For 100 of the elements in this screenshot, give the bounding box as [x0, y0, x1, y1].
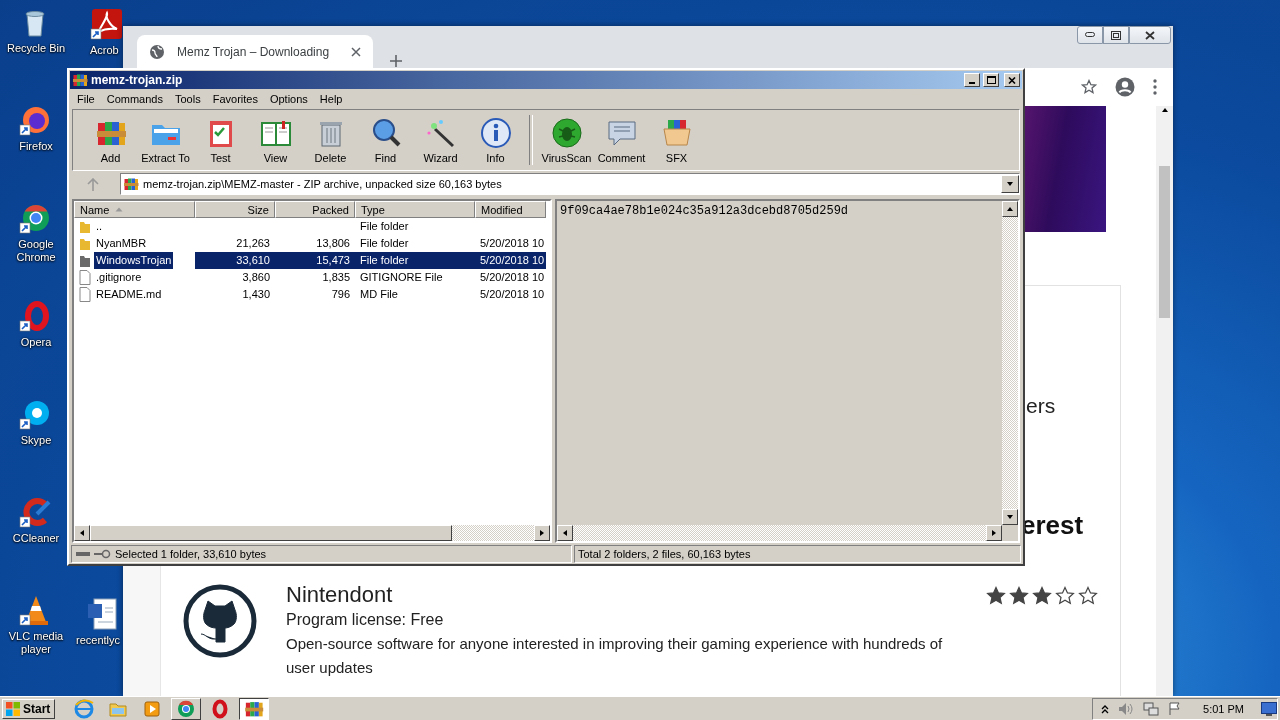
- toolbar-button[interactable]: View: [248, 112, 303, 168]
- menu-item[interactable]: Help: [313, 93, 349, 105]
- file-name[interactable]: README.md: [94, 286, 164, 303]
- toolbar-button[interactable]: VirusScan: [539, 112, 594, 168]
- close-icon: [1008, 76, 1016, 84]
- status-text: Total 2 folders, 2 files, 60,163 bytes: [578, 548, 751, 560]
- taskbar-button[interactable]: [239, 697, 270, 720]
- left-arrow-icon: [78, 529, 86, 537]
- right-arrow-icon: [990, 529, 998, 537]
- app-title[interactable]: Nintendont: [286, 582, 966, 608]
- scroll-right-button[interactable]: [534, 525, 550, 541]
- path-field[interactable]: memz-trojan.zip\MEMZ-master - ZIP archive, unpacked size 60,163 bytes: [120, 173, 1020, 195]
- globe-icon: [74, 698, 95, 719]
- dropdown-button[interactable]: [1001, 175, 1019, 193]
- toolbar-button[interactable]: Wizard: [413, 112, 468, 168]
- drive-key-icon: [75, 549, 111, 559]
- star-icon: [1055, 586, 1075, 606]
- table-cell: File folder: [355, 252, 475, 269]
- desktop-icon-label[interactable]: VLC media player: [1, 630, 71, 656]
- desktop-icon-label[interactable]: recentlyc: [76, 634, 121, 647]
- toolbar-button[interactable]: Test: [193, 112, 248, 168]
- menu-item[interactable]: Options: [263, 93, 314, 105]
- brush-icon: [19, 496, 53, 528]
- scroll-thumb[interactable]: [90, 525, 452, 541]
- maximize-button[interactable]: [983, 73, 999, 87]
- desktop-icon-label[interactable]: Opera: [1, 336, 71, 349]
- table-cell-text: 1,835: [321, 270, 351, 285]
- table-cell-text: 5/20/2018 10: [479, 270, 546, 285]
- caret-icon: [1006, 180, 1014, 188]
- toolbar-button[interactable]: Info: [468, 112, 523, 168]
- desktop-icon-label[interactable]: Google Chrome: [1, 238, 71, 264]
- toolbar-button[interactable]: Find: [358, 112, 413, 168]
- info-icon: [479, 116, 512, 149]
- menu-item[interactable]: File: [71, 93, 101, 105]
- menu-item[interactable]: Tools: [169, 93, 207, 105]
- close-icon[interactable]: [351, 46, 361, 57]
- star-icon[interactable]: [1081, 79, 1097, 95]
- scrollbar[interactable]: [557, 525, 1002, 541]
- column-header[interactable]: Size: [195, 201, 275, 218]
- scroll-left-button[interactable]: [557, 525, 573, 541]
- desktop-icon-label[interactable]: Skype: [1, 434, 71, 447]
- table-cell-text: MD File: [359, 287, 399, 302]
- account-icon[interactable]: [1115, 77, 1135, 97]
- scroll-left-button[interactable]: [74, 525, 90, 541]
- document-logo-icon: [90, 8, 124, 40]
- minimize-icon: [1085, 32, 1095, 38]
- toolbar-button[interactable]: Extract To: [138, 112, 193, 168]
- globe-icon: [149, 43, 165, 60]
- browser-tab[interactable]: Memz Trojan – Downloading: [137, 35, 373, 68]
- column-header[interactable]: Packed: [275, 201, 355, 218]
- right-arrow-icon: [538, 529, 546, 537]
- desktop-icon-label[interactable]: Acrob: [90, 44, 119, 57]
- column-header[interactable]: Name: [74, 201, 195, 218]
- start-button[interactable]: Start: [2, 698, 56, 719]
- up-arrow-icon: [1006, 205, 1014, 213]
- file-name[interactable]: NyanMBR: [94, 235, 149, 252]
- sort-arrow-icon: [115, 207, 124, 212]
- column-header[interactable]: Modified: [475, 201, 546, 218]
- file-name[interactable]: .gitignore: [94, 269, 144, 286]
- toolbar-button[interactable]: Comment: [594, 112, 649, 168]
- desktop-icon-label[interactable]: CCleaner: [1, 532, 71, 545]
- network-icon[interactable]: [1143, 701, 1160, 716]
- play-icon: [142, 698, 163, 719]
- app-description: Open-source software for anyone interested in improving their gaming experience with hundreds of user updates: [286, 634, 944, 678]
- menu-item[interactable]: Favorites: [206, 93, 264, 105]
- close-icon: [1145, 30, 1155, 40]
- file-icon: [79, 287, 91, 302]
- file-name[interactable]: ..: [94, 218, 105, 235]
- table-cell: 33,610: [195, 252, 275, 269]
- scrollbar[interactable]: [1002, 201, 1018, 525]
- table-cell-text: 3,860: [241, 270, 271, 285]
- folder-icon: [79, 219, 91, 234]
- table-cell-text: GITIGNORE File: [359, 270, 444, 285]
- restore-button[interactable]: [1103, 26, 1129, 44]
- books-icon: [123, 176, 139, 192]
- plus-icon[interactable]: [389, 54, 403, 68]
- scroll-down-button[interactable]: [1002, 509, 1018, 525]
- toolbar-button[interactable]: SFX: [649, 112, 704, 168]
- scroll-up-button[interactable]: [1002, 201, 1018, 217]
- table-cell: 5/20/2018 10: [475, 252, 546, 269]
- flag-icon[interactable]: [1168, 701, 1183, 716]
- toolbar-button[interactable]: Add: [83, 112, 138, 168]
- scrollbar[interactable]: [1156, 106, 1173, 696]
- monitor-icon[interactable]: [1261, 701, 1277, 716]
- scroll-right-button[interactable]: [986, 525, 1002, 541]
- scroll-thumb[interactable]: [1159, 166, 1170, 318]
- file-name[interactable]: WindowsTrojan: [94, 252, 174, 269]
- desktop-icon-label[interactable]: Recycle Bin: [1, 42, 71, 55]
- license-text: Program license: Free: [286, 610, 445, 630]
- menu-icon[interactable]: [1153, 79, 1157, 95]
- column-header[interactable]: Type: [355, 201, 475, 218]
- status-text: Selected 1 folder, 33,610 bytes: [115, 548, 267, 560]
- toolbar-button[interactable]: Delete: [303, 112, 358, 168]
- desktop-icon-label[interactable]: Firefox: [1, 140, 71, 153]
- chevron-up-icon[interactable]: [1101, 703, 1110, 714]
- maximize-icon: [986, 76, 996, 84]
- clock[interactable]: 5:01 PM: [1203, 702, 1244, 715]
- menu-item[interactable]: Commands: [100, 93, 169, 105]
- scrollbar[interactable]: [74, 525, 550, 541]
- close-button[interactable]: [1129, 26, 1171, 44]
